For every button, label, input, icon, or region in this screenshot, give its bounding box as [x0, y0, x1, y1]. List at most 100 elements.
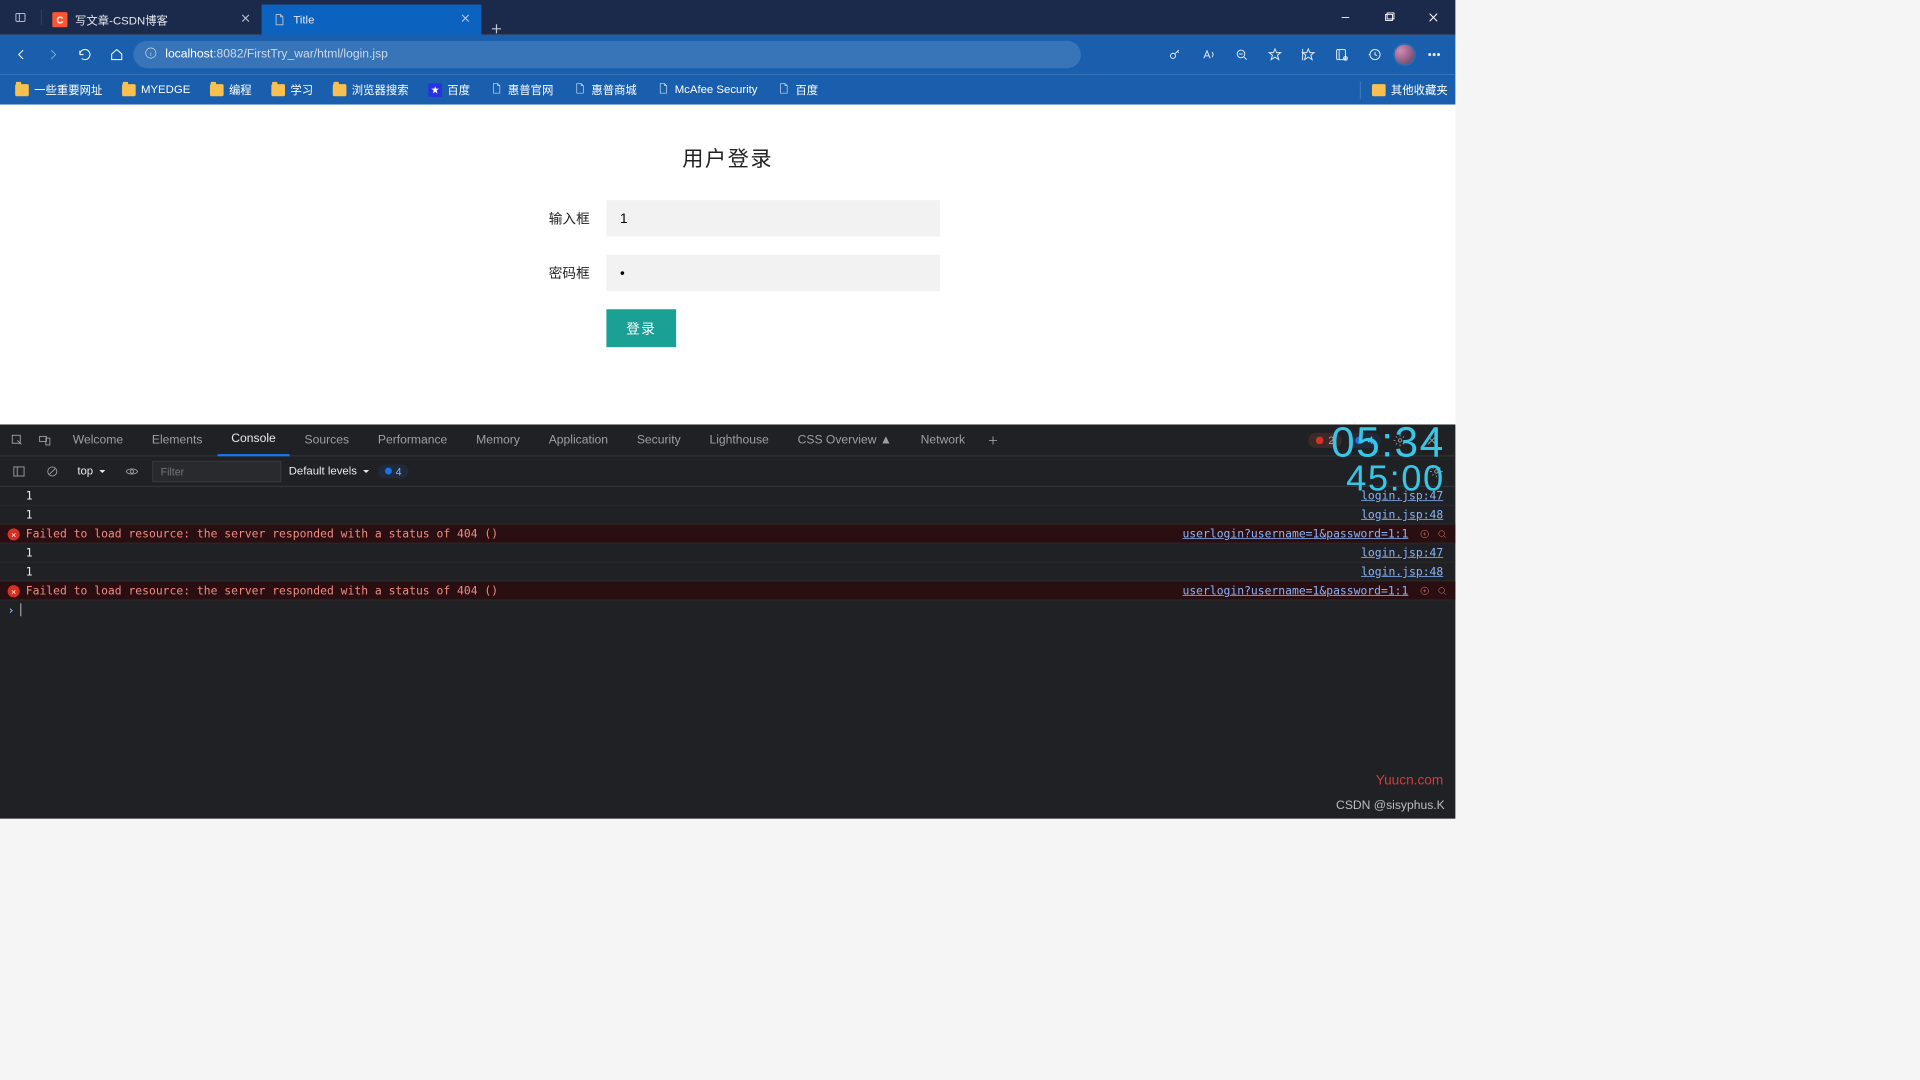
source-link[interactable]: login.jsp:48 — [1361, 508, 1443, 522]
page-icon — [777, 82, 790, 98]
live-expression-icon[interactable] — [119, 458, 145, 484]
inspect-icon[interactable] — [5, 427, 31, 453]
console-row[interactable]: ✕Failed to load resource: the server res… — [0, 525, 1455, 544]
info-count-badge[interactable]: 4 — [1348, 432, 1381, 447]
password-label: 密码框 — [515, 263, 606, 283]
site-info-icon[interactable] — [144, 46, 158, 63]
folder-icon — [271, 84, 285, 96]
bookmark-item[interactable]: MYEDGE — [114, 80, 197, 99]
source-link[interactable]: login.jsp:47 — [1361, 489, 1443, 503]
error-count-badge[interactable]: 2 — [1309, 432, 1342, 447]
username-input[interactable] — [606, 200, 940, 236]
bookmark-item[interactable]: 百度 — [770, 79, 826, 101]
source-link[interactable]: login.jsp:47 — [1361, 546, 1443, 560]
favorites-icon[interactable] — [1293, 39, 1323, 69]
console-settings-icon[interactable] — [1424, 458, 1450, 484]
bookmarks-bar: 一些重要网址 MYEDGE 编程 学习 浏览器搜索 百度 惠普官网 惠普商城 M… — [0, 74, 1455, 104]
page-icon — [490, 82, 503, 98]
copy-icon — [1419, 528, 1430, 539]
close-window-button[interactable] — [1411, 0, 1455, 35]
profile-avatar[interactable] — [1393, 43, 1416, 66]
devtools-tab-lighthouse[interactable]: Lighthouse — [696, 424, 783, 456]
tab-title-active[interactable]: Title — [262, 5, 482, 35]
devtools-tab-memory[interactable]: Memory — [462, 424, 533, 456]
devtools-tab-console[interactable]: Console — [218, 424, 290, 456]
bookmark-item[interactable]: 编程 — [202, 79, 259, 101]
devtools-tab-application[interactable]: Application — [535, 424, 622, 456]
source-link[interactable]: login.jsp:48 — [1361, 565, 1443, 579]
settings-icon[interactable] — [1387, 427, 1413, 453]
menu-icon[interactable] — [1419, 39, 1449, 69]
bookmark-item[interactable]: 惠普商城 — [566, 79, 645, 101]
page-content: 用户登录 输入框 密码框 登录 — [0, 105, 1455, 425]
log-levels-selector[interactable]: Default levels — [289, 465, 371, 478]
csdn-favicon-icon: C — [52, 12, 67, 27]
watermark: Yuucn.com — [1376, 772, 1444, 788]
source-link[interactable]: userlogin?username=1&password=1:1 — [1182, 527, 1408, 541]
new-tab-button[interactable] — [481, 23, 511, 35]
devtools-tabs: Welcome Elements Console Sources Perform… — [0, 424, 1455, 456]
tab-actions-icon[interactable] — [0, 11, 41, 25]
devtools-tab-cssoverview[interactable]: CSS Overview ▲ — [784, 424, 906, 456]
browser-toolbar: localhost:8082/FirstTry_war/html/login.j… — [0, 35, 1455, 74]
address-bar[interactable]: localhost:8082/FirstTry_war/html/login.j… — [133, 41, 1081, 68]
bookmark-item[interactable]: 惠普官网 — [482, 79, 561, 101]
history-icon[interactable] — [1360, 39, 1390, 69]
close-icon[interactable] — [240, 13, 251, 27]
console-row[interactable]: ✕Failed to load resource: the server res… — [0, 581, 1455, 600]
bookmark-item[interactable]: 学习 — [264, 79, 321, 101]
folder-icon — [122, 84, 136, 96]
console-filter-input[interactable] — [152, 460, 281, 481]
more-tabs-icon[interactable] — [980, 427, 1006, 453]
back-button[interactable] — [6, 39, 36, 69]
context-selector[interactable]: top — [73, 465, 112, 478]
bookmarks-overflow[interactable]: 其他收藏夹 — [1354, 81, 1448, 99]
tab-csdn[interactable]: C 写文章-CSDN博客 — [42, 5, 262, 35]
page-icon — [657, 82, 670, 98]
browser-titlebar: C 写文章-CSDN博客 Title — [0, 0, 1455, 35]
bookmark-item[interactable]: McAfee Security — [649, 79, 765, 101]
bookmark-item[interactable]: 百度 — [421, 79, 478, 101]
close-icon[interactable] — [460, 13, 471, 27]
devtools-close-icon[interactable] — [1419, 427, 1445, 453]
read-aloud-icon[interactable] — [1193, 39, 1223, 69]
folder-icon — [15, 84, 29, 96]
search-icon — [1436, 528, 1447, 539]
issues-badge[interactable]: 4 — [378, 464, 408, 478]
page-title: 用户登录 — [515, 143, 939, 173]
devtools-tab-sources[interactable]: Sources — [291, 424, 363, 456]
window-controls — [1323, 0, 1455, 35]
tab-title: Title — [293, 13, 314, 26]
copy-icon — [1419, 585, 1430, 596]
bookmark-item[interactable]: 一些重要网址 — [8, 79, 110, 101]
console-output[interactable]: 1login.jsp:471login.jsp:48✕Failed to loa… — [0, 487, 1455, 819]
refresh-button[interactable] — [70, 39, 100, 69]
folder-icon — [1372, 84, 1386, 96]
console-row[interactable]: 1login.jsp:48 — [0, 506, 1455, 525]
source-link[interactable]: userlogin?username=1&password=1:1 — [1182, 584, 1408, 598]
devtools-tab-network[interactable]: Network — [907, 424, 979, 456]
password-icon[interactable] — [1160, 39, 1190, 69]
console-row[interactable]: 1login.jsp:47 — [0, 487, 1455, 506]
devtools-tab-performance[interactable]: Performance — [364, 424, 461, 456]
collections-icon[interactable] — [1327, 39, 1357, 69]
password-input[interactable] — [606, 255, 940, 291]
console-row[interactable]: 1login.jsp:47 — [0, 543, 1455, 562]
device-toggle-icon[interactable] — [32, 427, 58, 453]
folder-icon — [210, 84, 224, 96]
devtools-tab-security[interactable]: Security — [623, 424, 694, 456]
home-button[interactable] — [102, 39, 132, 69]
page-favicon-icon — [272, 13, 286, 27]
devtools-tab-elements[interactable]: Elements — [138, 424, 216, 456]
favorite-icon[interactable] — [1260, 39, 1290, 69]
zoom-icon[interactable] — [1226, 39, 1256, 69]
login-button[interactable]: 登录 — [606, 309, 676, 347]
bookmark-item[interactable]: 浏览器搜索 — [325, 79, 416, 101]
clear-console-icon[interactable] — [39, 458, 65, 484]
maximize-button[interactable] — [1367, 0, 1411, 35]
toggle-sidebar-icon[interactable] — [6, 458, 32, 484]
devtools-tab-welcome[interactable]: Welcome — [59, 424, 137, 456]
console-row[interactable]: 1login.jsp:48 — [0, 562, 1455, 581]
console-prompt[interactable]: › — [0, 600, 1455, 620]
minimize-button[interactable] — [1323, 0, 1367, 35]
